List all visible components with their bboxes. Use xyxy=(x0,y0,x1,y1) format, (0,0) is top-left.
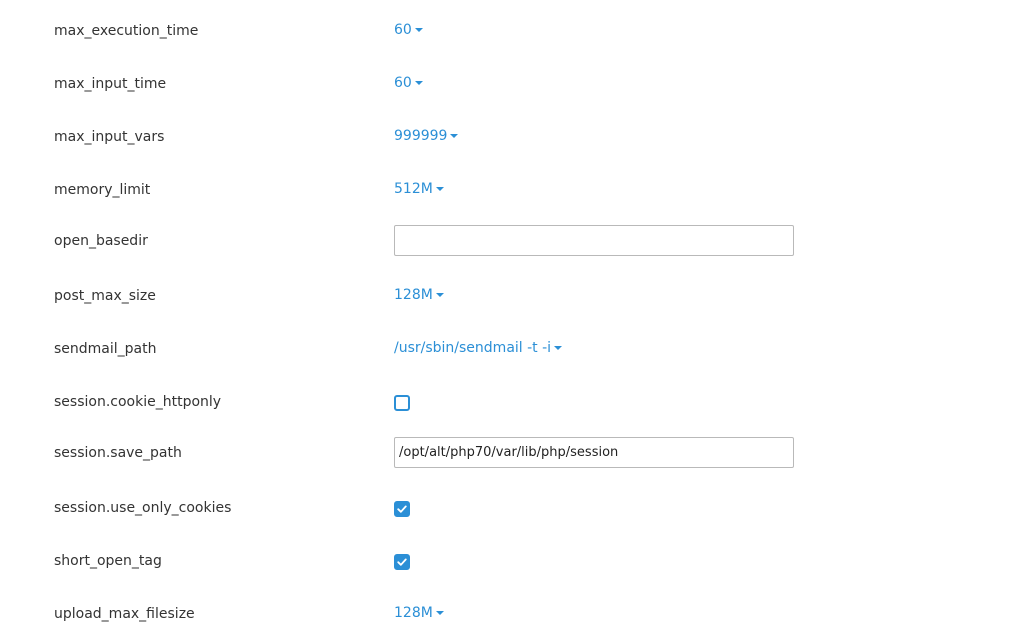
setting-label: max_input_vars xyxy=(54,129,165,145)
setting-label: upload_max_filesize xyxy=(54,606,195,622)
sendmail-path-dropdown[interactable]: /usr/sbin/sendmail -t -i xyxy=(394,339,563,357)
session-cookie-httponly-checkbox[interactable] xyxy=(394,395,410,411)
session-save-path-input[interactable] xyxy=(394,437,794,468)
dropdown-value: /usr/sbin/sendmail -t -i xyxy=(394,340,552,356)
setting-label: sendmail_path xyxy=(54,341,157,357)
dropdown-value: 128M xyxy=(394,287,433,303)
setting-label: session.cookie_httponly xyxy=(54,394,222,410)
dropdown-value: 512M xyxy=(394,181,433,197)
max-input-time-dropdown[interactable]: 60 xyxy=(394,74,423,92)
memory-limit-dropdown[interactable]: 512M xyxy=(394,180,444,198)
dropdown-value: 60 xyxy=(394,22,412,38)
setting-label: max_execution_time xyxy=(54,23,199,39)
setting-label: memory_limit xyxy=(54,182,151,198)
upload-max-filesize-dropdown[interactable]: 128M xyxy=(394,604,444,622)
caret-down-icon xyxy=(435,187,444,191)
dropdown-value: 60 xyxy=(394,75,412,91)
setting-label: open_basedir xyxy=(54,233,148,249)
setting-label: post_max_size xyxy=(54,288,156,304)
setting-label: session.use_only_cookies xyxy=(54,500,232,516)
checkmark-icon xyxy=(397,558,407,566)
caret-down-icon xyxy=(435,611,444,615)
caret-down-icon xyxy=(450,134,459,138)
setting-label: session.save_path xyxy=(54,445,182,461)
dropdown-value: 999999 xyxy=(394,128,448,144)
caret-down-icon xyxy=(435,293,444,297)
session-use-only-cookies-checkbox[interactable] xyxy=(394,501,410,517)
caret-down-icon xyxy=(414,81,423,85)
max-input-vars-dropdown[interactable]: 999999 xyxy=(394,127,459,145)
post-max-size-dropdown[interactable]: 128M xyxy=(394,286,444,304)
caret-down-icon xyxy=(414,28,423,32)
setting-label: max_input_time xyxy=(54,76,167,92)
checkmark-icon xyxy=(397,505,407,513)
short-open-tag-checkbox[interactable] xyxy=(394,554,410,570)
caret-down-icon xyxy=(554,346,563,350)
setting-label: short_open_tag xyxy=(54,553,162,569)
dropdown-value: 128M xyxy=(394,605,433,621)
open-basedir-input[interactable] xyxy=(394,225,794,256)
max-execution-time-dropdown[interactable]: 60 xyxy=(394,21,423,39)
